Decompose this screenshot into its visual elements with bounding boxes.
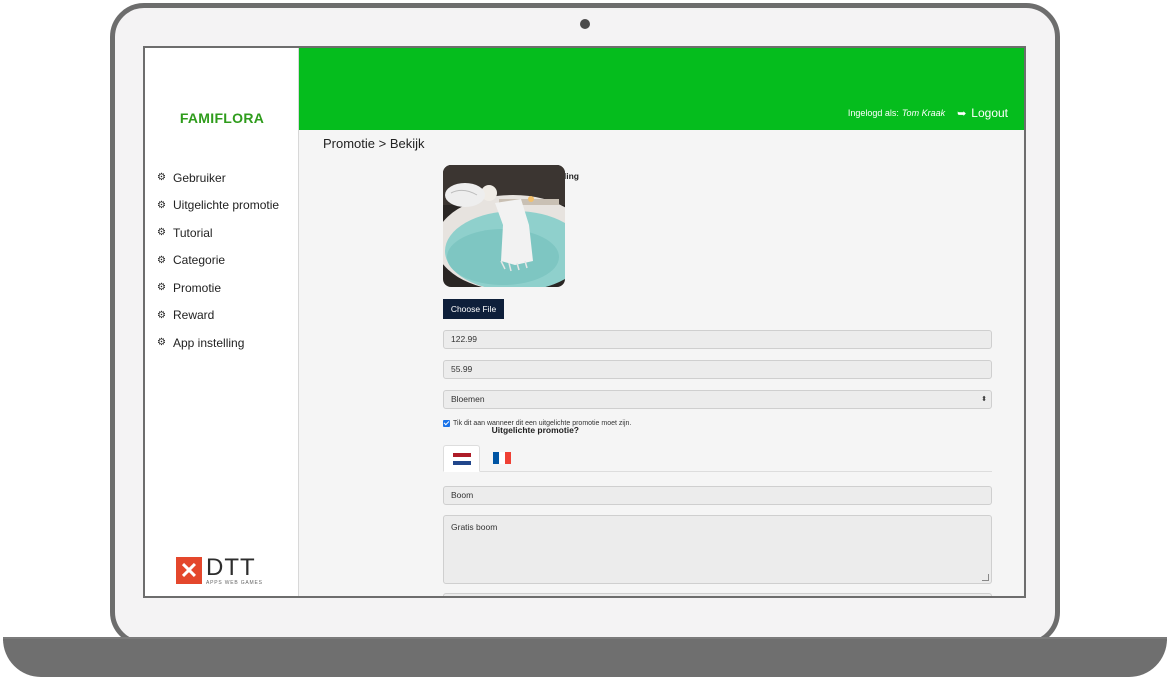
category-value: Bloemen: [451, 394, 485, 404]
description-textarea[interactable]: Gratis boom: [443, 515, 992, 584]
fr-flag-icon: [492, 452, 511, 464]
laptop-base: [3, 639, 1167, 677]
category-select[interactable]: Bloemen ⬍: [443, 390, 992, 409]
sidebar-item-app-instelling[interactable]: ⚙ App instelling: [157, 329, 279, 357]
discount-price-input[interactable]: 55.99: [443, 360, 992, 379]
dtt-logo-tagline: APPS WEB GAMES: [206, 580, 263, 586]
dtt-x-icon: ✕: [176, 557, 202, 584]
breadcrumb: Promotie > Bekijk: [323, 136, 425, 151]
screen: FAMIFLORA ⚙ Gebruiker ⚙ Uitgelichte promot…: [143, 46, 1026, 598]
dashboard-icon: ⚙: [157, 227, 166, 239]
dashboard-icon: ⚙: [157, 199, 166, 211]
sidebar-item-label: Categorie: [173, 253, 226, 268]
logout-button[interactable]: ➥ Logout: [957, 106, 1008, 120]
sidebar-item-label: Gebruiker: [173, 170, 226, 185]
sidebar-item-label: Promotie: [173, 280, 222, 295]
dtt-logo-word: DTT: [206, 554, 256, 581]
sidebar-nav: ⚙ Gebruiker ⚙ Uitgelichte promotie ⚙ Tutori…: [157, 164, 279, 357]
login-status: Ingelogd als: Tom Kraak ➥ Logout: [848, 106, 1008, 120]
sidebar-item-categorie[interactable]: ⚙ Categorie: [157, 247, 279, 275]
logout-label: Logout: [971, 106, 1008, 120]
featured-checkbox[interactable]: [443, 420, 450, 427]
next-field-partial[interactable]: [443, 593, 992, 596]
nl-flag-icon: [452, 452, 471, 465]
sidebar-item-uitgelichte-promotie[interactable]: ⚙ Uitgelichte promotie: [157, 192, 279, 220]
dtt-wordmark: DTT APPS WEB GAMES: [206, 554, 263, 587]
sidebar-item-label: Uitgelichte promotie: [173, 198, 280, 213]
user-name: Tom Kraak: [901, 108, 946, 118]
resize-handle[interactable]: [982, 574, 989, 581]
original-price-input[interactable]: 122.99: [443, 330, 992, 349]
dashboard-icon: ⚙: [157, 172, 166, 184]
dashboard-icon: ⚙: [157, 309, 166, 321]
top-header: Ingelogd als: Tom Kraak ➥ Logout: [299, 48, 1024, 130]
promotion-image: [443, 165, 565, 287]
sidebar-item-reward[interactable]: ⚙ Reward: [157, 302, 279, 330]
dashboard-icon: ⚙: [157, 282, 166, 294]
sidebar: FAMIFLORA ⚙ Gebruiker ⚙ Uitgelichte promot…: [145, 48, 299, 596]
title-input[interactable]: Boom: [443, 486, 992, 505]
dashboard-icon: ⚙: [157, 254, 166, 266]
tab-french[interactable]: [483, 445, 520, 471]
sidebar-item-promotie[interactable]: ⚙ Promotie: [157, 274, 279, 302]
sidebar-item-tutorial[interactable]: ⚙ Tutorial: [157, 219, 279, 247]
language-tabs: [443, 445, 992, 472]
main-content: Promotie > Bekijk Afbeelding Choose File…: [299, 130, 1023, 596]
sidebar-item-label: Tutorial: [173, 225, 213, 240]
logged-in-label: Ingelogd als:: [847, 108, 899, 118]
featured-hint: Tik dit aan wanneer dit een uitgelichte …: [453, 420, 632, 427]
dtt-logo: ✕ DTT APPS WEB GAMES: [176, 554, 263, 587]
brand-title: FAMIFLORA: [179, 110, 265, 126]
webcam: [580, 19, 590, 29]
featured-checkbox-row[interactable]: Tik dit aan wanneer dit een uitgelichte …: [443, 420, 631, 427]
description-value: Gratis boom: [451, 522, 498, 532]
sidebar-item-label: Reward: [173, 308, 215, 323]
sidebar-item-label: App instelling: [173, 335, 245, 350]
select-arrows-icon: ⬍: [981, 396, 987, 403]
sidebar-item-gebruiker[interactable]: ⚙ Gebruiker: [157, 164, 279, 192]
dashboard-icon: ⚙: [157, 337, 166, 349]
logout-icon: ➥: [957, 107, 967, 120]
tab-dutch[interactable]: [443, 445, 480, 472]
choose-file-button[interactable]: Choose File: [443, 299, 504, 319]
bathtub-photo: [443, 165, 565, 287]
